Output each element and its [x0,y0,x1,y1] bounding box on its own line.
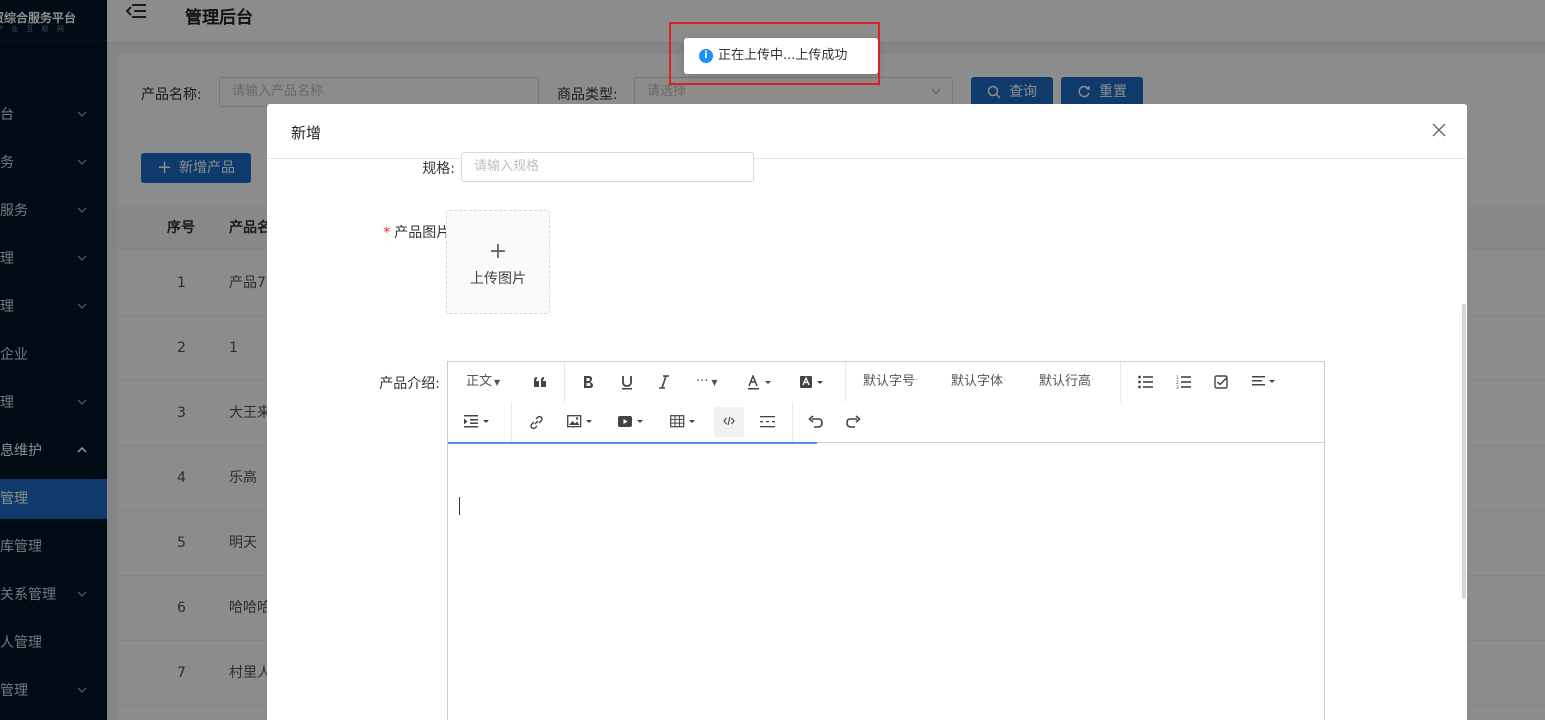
product-intro-label: 产品介绍: [379,376,440,392]
redo-icon[interactable] [846,402,862,442]
video-icon[interactable] [618,402,646,442]
dialog-scrollbar[interactable] [1462,304,1466,599]
image-icon[interactable] [567,402,595,442]
underline-icon[interactable] [620,362,634,402]
background-color-icon[interactable] [800,362,826,402]
spec-label: 规格: [422,161,455,177]
toolbar-divider [511,402,512,442]
dialog-title: 新增 [291,124,322,142]
code-icon[interactable] [723,402,737,442]
undo-icon[interactable] [808,402,824,442]
toolbar-divider [1120,362,1121,402]
toolbar-divider [564,362,565,402]
text-caret [459,497,460,515]
close-icon[interactable] [1431,122,1447,138]
spec-input[interactable]: 请输入规格 [461,152,754,182]
font-size-label: 默认字号 [863,374,916,389]
italic-icon[interactable] [658,362,672,402]
bulleted-list-icon[interactable] [1138,362,1154,402]
line-height-label: 默认行高 [1039,374,1092,389]
font-family-dropdown[interactable]: 默认字体˙ [951,362,1007,402]
align-icon[interactable] [1252,362,1278,402]
image-uploader[interactable]: + 上传图片 [446,210,550,314]
more-styles-icon[interactable]: ··· ▼ [696,362,718,402]
table-icon[interactable] [670,402,698,442]
line-height-dropdown[interactable]: 默认行高˙ [1039,362,1095,402]
font-color-icon[interactable] [748,362,774,402]
editor-toolbar-row-2 [448,402,1324,442]
highlight-annotation [669,22,880,85]
indent-icon[interactable] [464,402,492,442]
toolbar-divider [792,402,793,442]
numbered-list-icon[interactable]: 123 [1176,362,1192,402]
paragraph-format-dropdown[interactable]: 正文 ▼ [466,362,500,402]
font-family-label: 默认字体 [951,374,1004,389]
required-mark: * [383,225,391,241]
paragraph-format-label: 正文 [466,374,493,389]
toolbar-divider [845,362,846,402]
editor-toolbar-row-1: 正文 ▼ ··· ▼ 默认字号˙ 默认字体˙ 默认行高˙ 1 2 3 [448,362,1324,402]
font-size-dropdown[interactable]: 默认字号˙ [863,362,919,402]
plus-icon: + [488,239,508,264]
bold-icon[interactable] [582,362,596,402]
svg-text:3: 3 [1176,385,1179,389]
add-product-dialog: 新增 规格: 请输入规格 * 产品图片: + 上传图片 产品介绍: 正文 ▼ ·… [267,104,1467,720]
link-icon[interactable] [529,402,545,442]
blockquote-icon[interactable] [533,362,549,402]
upload-image-label: 上传图片 [470,271,526,287]
divider-line-icon[interactable] [760,402,776,442]
todo-checkbox-icon[interactable] [1214,362,1230,402]
rich-text-editor: 正文 ▼ ··· ▼ 默认字号˙ 默认字体˙ 默认行高˙ 1 2 3 [447,361,1325,720]
toolbar-focus-indicator [448,442,817,444]
product-image-label: * 产品图片: [365,222,455,242]
